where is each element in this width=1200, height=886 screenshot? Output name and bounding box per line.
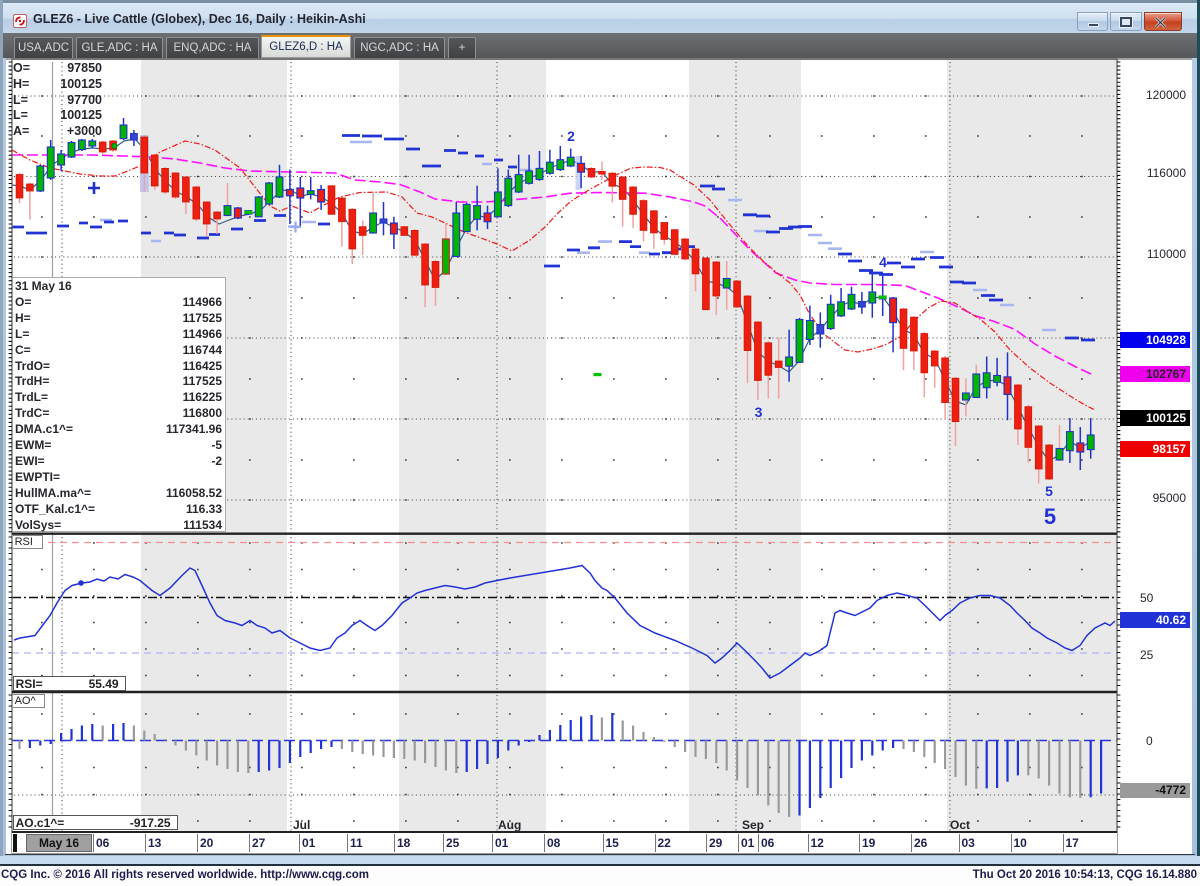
svg-text:2: 2 <box>567 128 575 144</box>
svg-text:3: 3 <box>755 404 763 420</box>
svg-text:5: 5 <box>1045 483 1053 499</box>
svg-text:4: 4 <box>879 254 887 270</box>
svg-text:5: 5 <box>1044 504 1056 529</box>
